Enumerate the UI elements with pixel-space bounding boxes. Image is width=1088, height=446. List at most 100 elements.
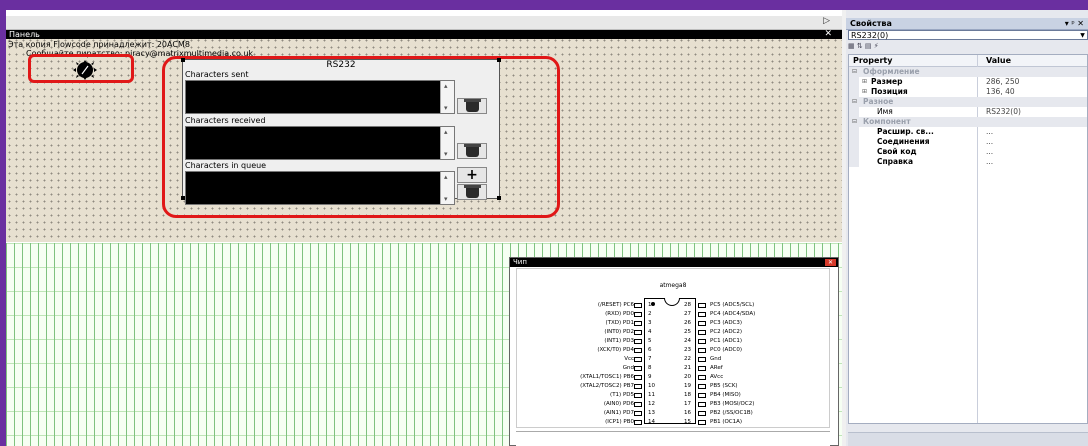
expand-icon[interactable]: ⊞ [862,87,867,97]
pin-pad[interactable] [634,384,642,389]
characters-sent-box[interactable]: ▴ ▾ [185,80,455,114]
pin-row: (AIN0) PD6 12 17 PB3 (MOSI/OC2) [517,400,831,409]
pin-pad[interactable] [698,312,706,317]
property-value[interactable]: ... [986,157,993,167]
resize-handle[interactable] [181,196,185,200]
resize-handle[interactable] [181,58,185,62]
pin-row: (/RESET) PC6 1 28 PC5 (ADC5/SCL) [517,301,831,310]
value-column-header: Value [986,56,1012,65]
resize-handle[interactable] [497,58,501,62]
property-row[interactable]: Расшир. св...... [849,127,1087,137]
pin-pad[interactable] [698,357,706,362]
chip-window-title: Чип [513,258,527,266]
pin-pad[interactable] [634,420,642,425]
property-name: Имя [877,107,893,116]
tab-scroll-arrow-icon[interactable]: ▷ [823,16,830,26]
pin-pad[interactable] [698,393,706,398]
pin-pad[interactable] [698,339,706,344]
pin-number: 17 [684,401,691,407]
properties-title: Свойства [850,19,892,28]
pin-label: PB3 (MOSI/OC2) [710,401,755,407]
chip-diagram: atmega8 (/RESET) PC6 1 28 PC5 (ADC5/SCL) (RX… [516,268,830,428]
property-value[interactable]: ... [986,127,993,137]
property-value[interactable]: ... [986,137,993,147]
property-row[interactable]: Справка... [849,157,1087,167]
pin-pad[interactable] [698,330,706,335]
pin-pad[interactable] [634,339,642,344]
property-grid-header: Property Value [849,55,1087,67]
pin-pad[interactable] [634,366,642,371]
property-value[interactable]: ... [986,147,993,157]
sent-scrollbar[interactable]: ▴ ▾ [440,81,454,113]
pin-pad[interactable] [634,321,642,326]
property-name: Размер [871,77,903,86]
chevron-down-icon[interactable]: ▼ [1078,31,1087,39]
pin-number: 15 [684,419,691,425]
pin-pad[interactable] [634,357,642,362]
pin-pad[interactable] [698,348,706,353]
pin-number: 13 [648,410,655,416]
collapse-icon[interactable]: ⊟ [852,67,857,77]
clear-queue-button[interactable] [457,184,487,200]
property-row[interactable]: ⊞ Позиция 136, 40 [849,87,1087,97]
pin-label: PC3 (ADC3) [710,320,743,326]
property-row[interactable]: Соединения... [849,137,1087,147]
pin-pad[interactable] [698,420,706,425]
property-value[interactable]: 286, 250 [986,77,1019,87]
clear-sent-button[interactable] [457,98,487,114]
pin-row: (XTAL1/TOSC1) PB6 9 20 AVcc [517,373,831,382]
pin-number: 22 [684,356,691,362]
property-row[interactable]: Свой код... [849,147,1087,157]
pin-pad[interactable] [698,321,706,326]
property-row[interactable]: ⊞ Размер 286, 250 [849,77,1087,87]
pin-label: PB1 (OC1A) [710,419,743,425]
property-category-row[interactable]: ⊟ Компонент [849,117,1087,127]
pin-pad[interactable] [634,411,642,416]
pin-pad[interactable] [634,303,642,308]
rs232-title: RS232 [326,60,356,70]
collapse-icon[interactable]: ⊟ [852,97,857,107]
pin-pad[interactable] [698,402,706,407]
pin-label: (/RESET) PC6 [597,302,634,308]
characters-received-label: Characters received [185,116,266,125]
pin-pad[interactable] [634,312,642,317]
expand-icon[interactable]: ⊞ [862,77,867,87]
collapse-icon[interactable]: ⊟ [852,117,857,127]
pin-pad[interactable] [698,411,706,416]
properties-toolbar[interactable]: ▦ ⇅ ▤ ⚡ [848,41,1088,51]
pin-label: Vcc [624,356,634,362]
property-name: Оформление [863,67,920,76]
property-value[interactable]: 136, 40 [986,87,1015,97]
characters-received-box[interactable]: ▴ ▾ [185,126,455,160]
clear-received-button[interactable] [457,143,487,159]
pin-pad[interactable] [634,330,642,335]
panel-controls-icon[interactable]: ▾ ᵖ ✕ [1065,18,1084,29]
panel-close-icon[interactable]: ✕ [824,30,832,39]
pin-number: 24 [684,338,691,344]
received-scrollbar[interactable]: ▴ ▾ [440,127,454,159]
object-selector[interactable]: RS232(0) ▼ [848,30,1088,40]
pin-pad[interactable] [698,366,706,371]
pin-number: 19 [684,383,691,389]
property-column-header: Property [853,56,893,65]
knob-icon[interactable] [56,60,114,80]
resize-handle[interactable] [497,196,501,200]
pin-pad[interactable] [634,393,642,398]
pin-pad[interactable] [698,375,706,380]
property-category-row[interactable]: ⊟ Разное [849,97,1087,107]
property-value[interactable]: RS232(0) [986,107,1021,117]
property-category-row[interactable]: ⊟ Оформление [849,67,1087,77]
property-row[interactable]: Имя RS232(0) [849,107,1087,117]
characters-in-queue-box[interactable]: ▴ ▾ [185,171,455,205]
rs232-component[interactable]: RS232 Characters sent ▴ ▾ Characters rece… [181,58,501,205]
trash-icon [464,99,481,112]
pin-pad[interactable] [634,402,642,407]
pin-pad[interactable] [698,303,706,308]
chip-close-icon[interactable]: ✕ [825,259,836,266]
pin-pad[interactable] [634,348,642,353]
resize-handle[interactable] [340,196,344,200]
add-to-queue-button[interactable]: + [457,167,487,183]
queue-scrollbar[interactable]: ▴ ▾ [440,172,454,204]
pin-pad[interactable] [698,384,706,389]
pin-pad[interactable] [634,375,642,380]
